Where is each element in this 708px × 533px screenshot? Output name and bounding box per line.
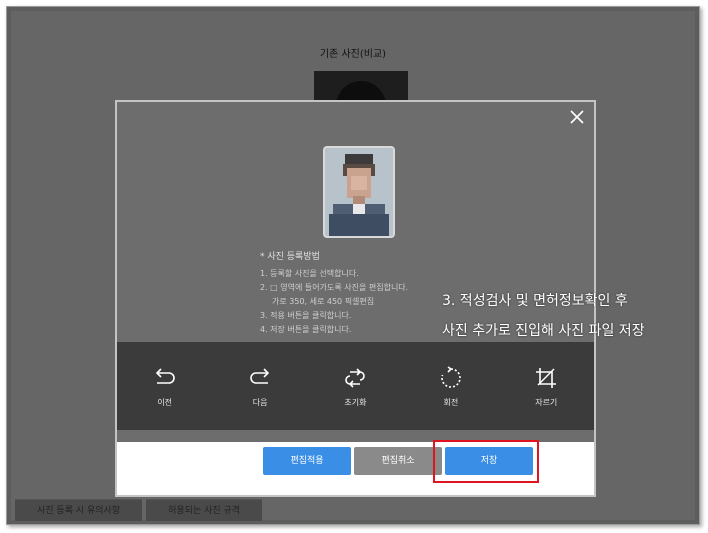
rotate-label: 회전	[443, 397, 459, 407]
instruction-step: 3. 적용 버튼을 클릭합니다.	[260, 311, 352, 320]
annotation-text: 3. 적성검사 및 면허정보확인 후 사진 추가로 진입해 사진 파일 저장	[442, 286, 645, 346]
apply-edit-button[interactable]: 편집적용	[263, 447, 351, 475]
cancel-edit-button[interactable]: 편집취소	[354, 447, 442, 475]
crop-label: 자르기	[535, 397, 558, 407]
background-tabs: 사진 등록 시 유의사항 허용되는 사진 규격	[15, 499, 263, 521]
annotation-line-2: 사진 추가로 진입해 사진 파일 저장	[442, 323, 645, 339]
undo-icon	[152, 365, 178, 391]
rotate-icon	[438, 365, 464, 391]
redo-button[interactable]: 다음	[225, 365, 295, 408]
undo-button[interactable]: 이전	[130, 365, 200, 408]
instructions: * 사진 등록방법 1. 등록할 사진을 선택합니다. 2. □ 영역에 들어가…	[260, 250, 470, 337]
rotate-button[interactable]: 회전	[416, 365, 486, 408]
instructions-heading: * 사진 등록방법	[260, 252, 320, 262]
annotation-line-1: 3. 적성검사 및 면허정보확인 후	[442, 293, 628, 309]
modal-content: * 사진 등록방법 1. 등록할 사진을 선택합니다. 2. □ 영역에 들어가…	[117, 102, 594, 442]
close-icon[interactable]	[568, 108, 586, 126]
crop-icon	[533, 365, 559, 391]
crop-button[interactable]: 자르기	[511, 365, 581, 408]
reset-icon	[342, 365, 368, 391]
photo-preview	[323, 146, 395, 238]
save-highlight-box	[433, 440, 539, 483]
tab-photo-spec[interactable]: 허용되는 사진 규격	[146, 499, 263, 521]
reset-label: 초기화	[344, 397, 367, 407]
instruction-step: 가로 350, 세로 450 픽셀편집	[272, 297, 375, 306]
instruction-step: 4. 저장 버튼을 클릭합니다.	[260, 325, 352, 334]
tab-photo-notes[interactable]: 사진 등록 시 유의사항	[15, 499, 143, 521]
instruction-step: 2. □ 영역에 들어가도록 사진을 편집합니다.	[260, 283, 409, 292]
edit-toolbar: 이전 다음 초기화 회전 자르기	[117, 342, 594, 430]
background-title: 기존 사진(비교)	[319, 49, 387, 60]
instruction-step: 1. 등록할 사진을 선택합니다.	[260, 269, 359, 278]
undo-label: 이전	[157, 397, 173, 407]
reset-button[interactable]: 초기화	[320, 365, 390, 408]
redo-label: 다음	[252, 397, 268, 407]
redo-icon	[247, 365, 273, 391]
